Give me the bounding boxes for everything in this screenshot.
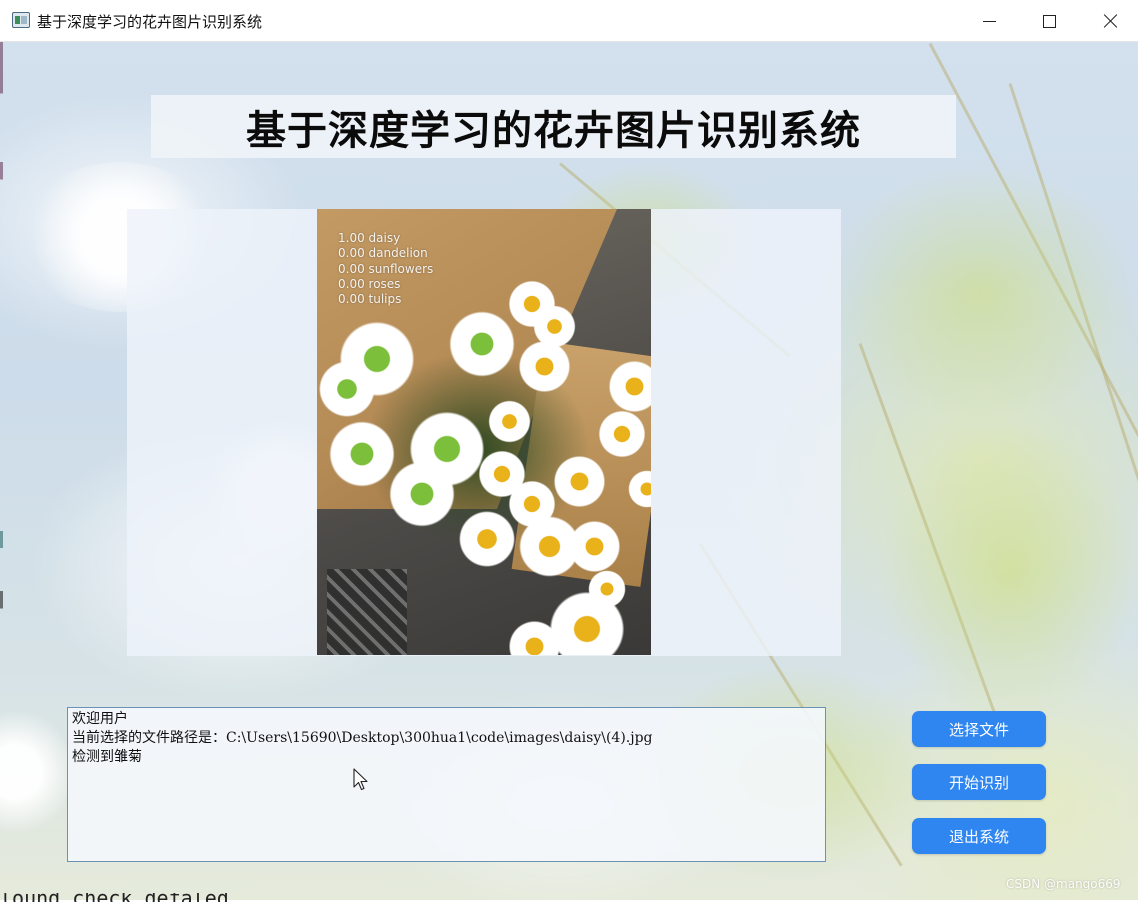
mouse-cursor-icon bbox=[353, 768, 368, 791]
background-terminal-text: lound check defaled bbox=[0, 893, 229, 902]
prediction-label-dandelion: 0.00 dandelion bbox=[338, 246, 428, 260]
select-file-button[interactable]: 选择文件 bbox=[912, 711, 1046, 747]
flower-photo: 1.00 daisy 0.00 dandelion 0.00 sunflower… bbox=[317, 209, 651, 655]
close-button[interactable] bbox=[1080, 0, 1138, 42]
prediction-label-tulips: 0.00 tulips bbox=[338, 292, 402, 306]
minimize-button[interactable] bbox=[958, 0, 1020, 42]
maximize-icon bbox=[1042, 14, 1056, 28]
watermark: CSDN @mango669 bbox=[1006, 877, 1121, 891]
window-titlebar[interactable]: 基于深度学习的花卉图片识别系统 bbox=[0, 0, 1138, 42]
left-edge-strip bbox=[0, 42, 3, 900]
log-textbox[interactable]: 欢迎用户 当前选择的文件路径是：C:\Users\15690\Desktop\3… bbox=[67, 707, 826, 862]
maximize-button[interactable] bbox=[1018, 0, 1080, 42]
header-banner: 基于深度学习的花卉图片识别系统 bbox=[151, 95, 956, 158]
log-line-detection-result: 检测到雏菊 bbox=[72, 749, 142, 765]
window-title: 基于深度学习的花卉图片识别系统 bbox=[37, 13, 263, 31]
log-line-file-path: 当前选择的文件路径是：C:\Users\15690\Desktop\300hua… bbox=[72, 730, 653, 746]
prediction-label-sunflowers: 0.00 sunflowers bbox=[338, 262, 434, 276]
log-line-welcome: 欢迎用户 bbox=[72, 711, 128, 727]
start-recognition-button[interactable]: 开始识别 bbox=[912, 764, 1046, 800]
prediction-label-roses: 0.00 roses bbox=[338, 277, 401, 291]
minimize-icon bbox=[982, 20, 996, 22]
close-icon bbox=[1103, 13, 1119, 29]
app-icon bbox=[12, 12, 30, 28]
page-title: 基于深度学习的花卉图片识别系统 bbox=[246, 107, 861, 154]
exit-system-button[interactable]: 退出系统 bbox=[912, 818, 1046, 854]
prediction-label-daisy: 1.00 daisy bbox=[338, 231, 401, 245]
image-display-panel: 1.00 daisy 0.00 dandelion 0.00 sunflower… bbox=[127, 209, 841, 656]
